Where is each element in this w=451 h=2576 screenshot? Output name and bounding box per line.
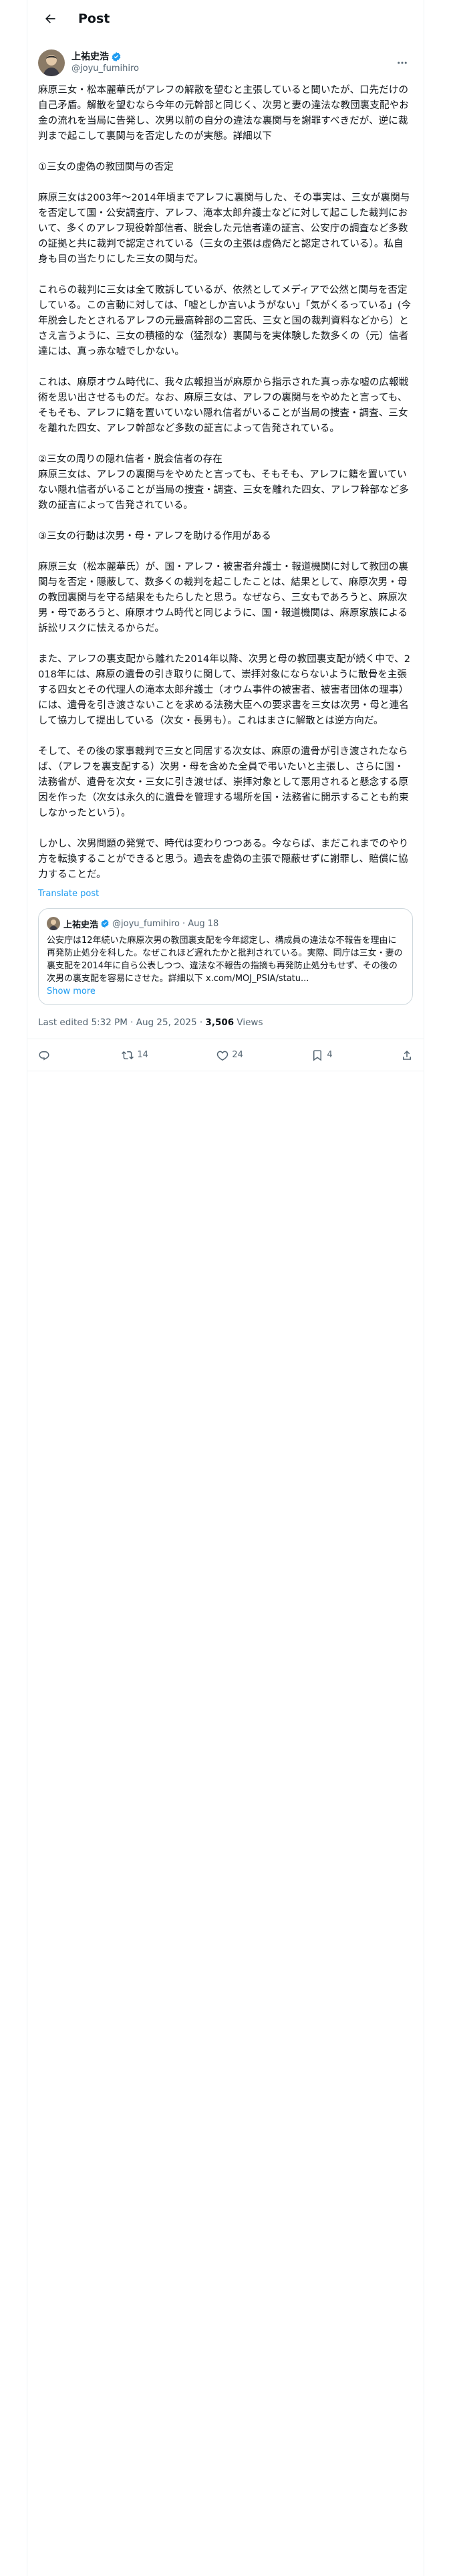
edited-timestamp[interactable]: Last edited 5:32 PM · Aug 25, 2025 · — [38, 1017, 205, 1028]
post-paragraph: そして、その後の家事裁判で三女と同居する次女は、麻原の遺骨が引き渡されたならば、… — [38, 746, 409, 819]
post-body: 麻原三女・松本麗華氏がアレフの解散を望むと主張していると聞いたが、口先だけの自己… — [27, 80, 424, 883]
post-paragraph: ②三女の周りの隠れ信者・脱会信者の存在 麻原三女は、アレフの裏関与をやめたと言っ… — [38, 454, 409, 511]
page-title: Post — [78, 11, 110, 26]
post-column: Post 上祐史浩 @joyu_fumihiro 麻原三女・松本麗華氏がアレフの… — [27, 0, 424, 2576]
repost-icon — [122, 1051, 134, 1059]
share-button[interactable] — [401, 1049, 413, 1061]
post-paragraph: しかし、次男問題の発覚で、時代は変わりつつある。今ならば、まだこれまでのやり方を… — [38, 839, 409, 880]
show-more-link[interactable]: Show more — [47, 986, 404, 996]
avatar[interactable] — [38, 49, 65, 76]
views-count: 3,506 — [205, 1017, 235, 1028]
post-paragraph: 麻原三女（松本麗華氏）が、国・アレフ・被害者弁護士・報道機関に対して教団の裏関与… — [38, 562, 409, 634]
post-paragraph: これらの裁判に三女は全て敗訴しているが、依然としてメディアで公然と関与を否定して… — [38, 285, 412, 357]
arrow-left-icon — [45, 14, 55, 23]
reply-icon — [39, 1051, 49, 1060]
reply-button[interactable] — [38, 1049, 53, 1061]
share-icon — [403, 1050, 411, 1060]
post-meta: Last edited 5:32 PM · Aug 25, 2025 · 3,5… — [27, 1005, 424, 1039]
like-count: 24 — [232, 1050, 243, 1060]
more-dots-icon — [398, 62, 407, 64]
quote-avatar — [47, 917, 60, 930]
heart-icon — [217, 1051, 229, 1061]
quoted-post[interactable]: 上祐史浩 @joyu_fumihiro · Aug 18 公安庁は12年続いた麻… — [38, 908, 413, 1005]
post-paragraph: これは、麻原オウム時代に、我々広報担当が麻原から指示された真っ赤な嘘の広報戦術を… — [38, 377, 409, 434]
quote-author-name: 上祐史浩 — [63, 920, 99, 930]
like-button[interactable]: 24 — [216, 1049, 243, 1061]
repost-button[interactable]: 14 — [122, 1049, 148, 1061]
top-bar: Post — [27, 0, 424, 37]
action-bar: 14 24 4 — [27, 1039, 424, 1071]
more-options-button[interactable] — [392, 52, 413, 74]
verified-badge-icon — [101, 919, 109, 928]
author-name[interactable]: 上祐史浩 — [71, 51, 109, 63]
post-paragraph: ③三女の行動は次男・母・アレフを助ける作用がある — [38, 531, 271, 542]
bookmark-count: 4 — [327, 1050, 333, 1060]
author-handle[interactable]: @joyu_fumihiro — [71, 63, 392, 75]
bookmark-button[interactable]: 4 — [311, 1049, 333, 1061]
translate-post-link[interactable]: Translate post — [27, 889, 424, 899]
back-button[interactable] — [38, 7, 62, 31]
verified-badge-icon — [112, 52, 121, 62]
post-paragraph: ①三女の虚偽の教団関与の否定 — [38, 162, 174, 173]
quote-text: 公安庁は12年続いた麻原次男の教団裏支配を今年認定し、構成員の違法な不報告を理由… — [47, 936, 403, 984]
repost-count: 14 — [137, 1050, 148, 1060]
post-author: 上祐史浩 @joyu_fumihiro — [27, 37, 424, 80]
quote-date: · Aug 18 — [182, 918, 219, 929]
post-paragraph: 麻原三女は2003年〜2014年頃までアレフに裏関与した、その事実は、三女が裏関… — [38, 193, 410, 265]
bookmark-icon — [313, 1050, 322, 1061]
views-label: Views — [234, 1017, 263, 1028]
post-paragraph: 麻原三女・松本麗華氏がアレフの解散を望むと主張していると聞いたが、口先だけの自己… — [38, 85, 409, 142]
post-paragraph: また、アレフの裏支配から離れた2014年以降、次男と母の教団裏支配が続く中で、2… — [38, 654, 411, 726]
quote-author-handle: @joyu_fumihiro — [112, 918, 180, 929]
